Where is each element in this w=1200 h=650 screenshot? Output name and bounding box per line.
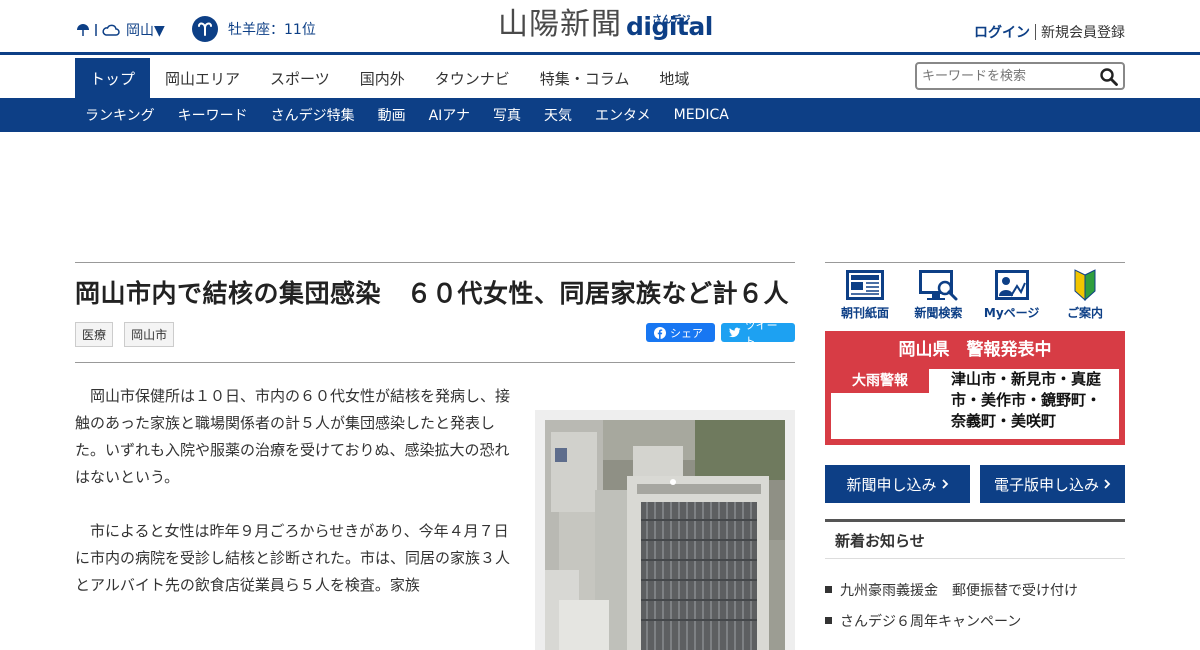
tag-medical[interactable]: 医療 (75, 322, 114, 347)
nav-tab-domestic-international[interactable]: 国内外 (345, 58, 420, 98)
nav-tab-townnavi[interactable]: タウンナビ (420, 58, 525, 98)
facebook-share-label: シェア (670, 326, 703, 340)
quick-links: 朝刊紙面 新聞検索 Myページ ご案内 (825, 269, 1125, 321)
tag-okayama-city[interactable]: 岡山市 (124, 322, 175, 347)
subnav-video[interactable]: 動画 (368, 98, 416, 132)
digital-subscribe-button[interactable]: 電子版申し込み (980, 465, 1125, 503)
article-photo-frame (535, 410, 795, 650)
search-input[interactable] (922, 64, 1092, 88)
chevron-right-icon (1104, 479, 1111, 489)
nav-tab-sports[interactable]: スポーツ (255, 58, 345, 98)
subscription-buttons: 新聞申し込み 電子版申し込み (825, 465, 1125, 503)
main-nav: トップ 岡山エリア スポーツ 国内外 タウンナビ 特集・コラム 地域 (0, 58, 1200, 98)
sidebar: 朝刊紙面 新聞検索 Myページ ご案内 岡山県 警報発表中 大雨警報 津山市・新… (825, 262, 1125, 636)
subnav-entertainment[interactable]: エンタメ (585, 98, 661, 132)
quick-link-label: 朝刊紙面 (840, 306, 889, 320)
weather-alert-panel[interactable]: 岡山県 警報発表中 大雨警報 津山市・新見市・真庭市・美作市・鏡野町・奈義町・美… (825, 331, 1125, 445)
search-box (915, 62, 1125, 90)
quick-link-mypage[interactable]: Myページ (980, 269, 1044, 321)
quick-link-morning-paper[interactable]: 朝刊紙面 (833, 269, 897, 321)
logo-sandeji: さんデジ (652, 15, 691, 26)
top-bar: 岡山▼ 牡羊座：11位 山陽新聞 さんデジ digital ログイン 新規会員登… (0, 0, 1200, 55)
quick-link-paper-search[interactable]: 新聞検索 (906, 269, 970, 321)
sub-nav: ランキング キーワード さんデジ特集 動画 AIアナ 写真 天気 エンタメ ME… (0, 98, 1200, 132)
horoscope-text: 牡羊座：11位 (228, 22, 316, 38)
aries-icon (192, 16, 218, 42)
monitor-search-icon (919, 270, 958, 301)
bullet-icon (825, 617, 832, 624)
subnav-medica[interactable]: MEDICA (664, 98, 739, 132)
nav-tab-top[interactable]: トップ (75, 58, 151, 98)
alert-detail: 大雨警報 津山市・新見市・真庭市・美作市・鏡野町・奈義町・美咲町 (831, 369, 1119, 439)
article-meta: 医療 岡山市 シェア ツイート (75, 319, 795, 348)
nav-tab-features-column[interactable]: 特集・コラム (525, 58, 645, 98)
divider (75, 362, 795, 363)
divider (1035, 24, 1036, 40)
newspaper-icon (846, 270, 884, 300)
article-body: 岡山市保健所は１０日、市内の６０代女性が結核を発病し、接触のあった家族と職場関係… (75, 383, 510, 599)
news-item[interactable]: さんデジ６周年キャンペーン (825, 605, 1125, 636)
article: 岡山市内で結核の集団感染 ６０代女性、同居家族など計６人 医療 岡山市 シェア … (75, 262, 795, 650)
umbrella-icon (77, 24, 89, 36)
cloud-icon (102, 24, 120, 36)
nav-tab-region[interactable]: 地域 (644, 58, 704, 98)
mypage-icon (994, 270, 1029, 300)
quick-link-label: ご案内 (1066, 306, 1103, 320)
horoscope-widget[interactable]: 牡羊座：11位 (192, 16, 316, 42)
weather-widget[interactable]: 岡山▼ (76, 20, 165, 40)
divider (825, 262, 1125, 263)
site-logo[interactable]: 山陽新聞 さんデジ digital (498, 8, 713, 42)
share-buttons: シェア ツイート (646, 319, 795, 348)
account-links: ログイン 新規会員登録 (974, 22, 1125, 42)
subnav-weather[interactable]: 天気 (534, 98, 582, 132)
beginner-mark-icon (1074, 269, 1096, 301)
twitter-icon (729, 327, 741, 338)
paper-subscribe-button[interactable]: 新聞申し込み (825, 465, 970, 503)
quick-link-guide[interactable]: ご案内 (1053, 269, 1117, 321)
alert-areas: 津山市・新見市・真庭市・美作市・鏡野町・奈義町・美咲町 (951, 370, 1102, 430)
register-link[interactable]: 新規会員登録 (1041, 22, 1125, 42)
news-list: 九州豪雨義援金 郵便振替で受け付け さんデジ６周年キャンペーン (825, 574, 1125, 636)
divider (75, 262, 795, 263)
subnav-sandeji-feature[interactable]: さんデジ特集 (261, 98, 365, 132)
article-photo[interactable] (545, 420, 785, 650)
quick-link-label: 新聞検索 (914, 306, 963, 320)
subnav-ranking[interactable]: ランキング (75, 98, 165, 132)
login-link[interactable]: ログイン (974, 22, 1030, 42)
subnav-keyword[interactable]: キーワード (168, 98, 258, 132)
region-selector[interactable]: 岡山▼ (126, 20, 165, 40)
logo-text-digital: さんデジ digital (626, 12, 713, 42)
news-item-text: さんデジ６周年キャンペーン (840, 613, 1022, 630)
article-paragraph: 市によると女性は昨年９月ごろからせきがあり、今年４月７日に市内の病院を受診し結核… (75, 522, 511, 594)
search-icon[interactable] (1099, 67, 1119, 87)
divider-icon (95, 24, 97, 36)
nav-tab-okayama-area[interactable]: 岡山エリア (150, 58, 255, 98)
twitter-share-button[interactable]: ツイート (721, 319, 795, 348)
facebook-share-button[interactable]: シェア (646, 323, 715, 342)
paper-subscribe-label: 新聞申し込み (846, 475, 937, 494)
logo-text-jp: 山陽新聞 (498, 7, 622, 42)
twitter-share-label: ツイート (744, 318, 778, 348)
article-title: 岡山市内で結核の集団感染 ６０代女性、同居家族など計６人 (75, 279, 790, 308)
news-item[interactable]: 九州豪雨義援金 郵便振替で受け付け (825, 574, 1125, 605)
article-paragraph: 岡山市保健所は１０日、市内の６０代女性が結核を発病し、接触のあった家族と職場関係… (75, 387, 511, 486)
news-item-text: 九州豪雨義援金 郵便振替で受け付け (840, 582, 1078, 599)
alert-title: 岡山県 警報発表中 (898, 340, 1052, 360)
digital-subscribe-label: 電子版申し込み (993, 475, 1099, 494)
chevron-right-icon (941, 479, 948, 489)
subnav-ai-announcer[interactable]: AIアナ (419, 98, 480, 132)
subnav-photo[interactable]: 写真 (483, 98, 531, 132)
alert-type-badge: 大雨警報 (831, 369, 929, 393)
quick-link-label: Myページ (983, 306, 1040, 320)
facebook-icon (654, 326, 666, 339)
bullet-icon (825, 586, 832, 593)
news-section-heading: 新着お知らせ (825, 519, 1125, 559)
